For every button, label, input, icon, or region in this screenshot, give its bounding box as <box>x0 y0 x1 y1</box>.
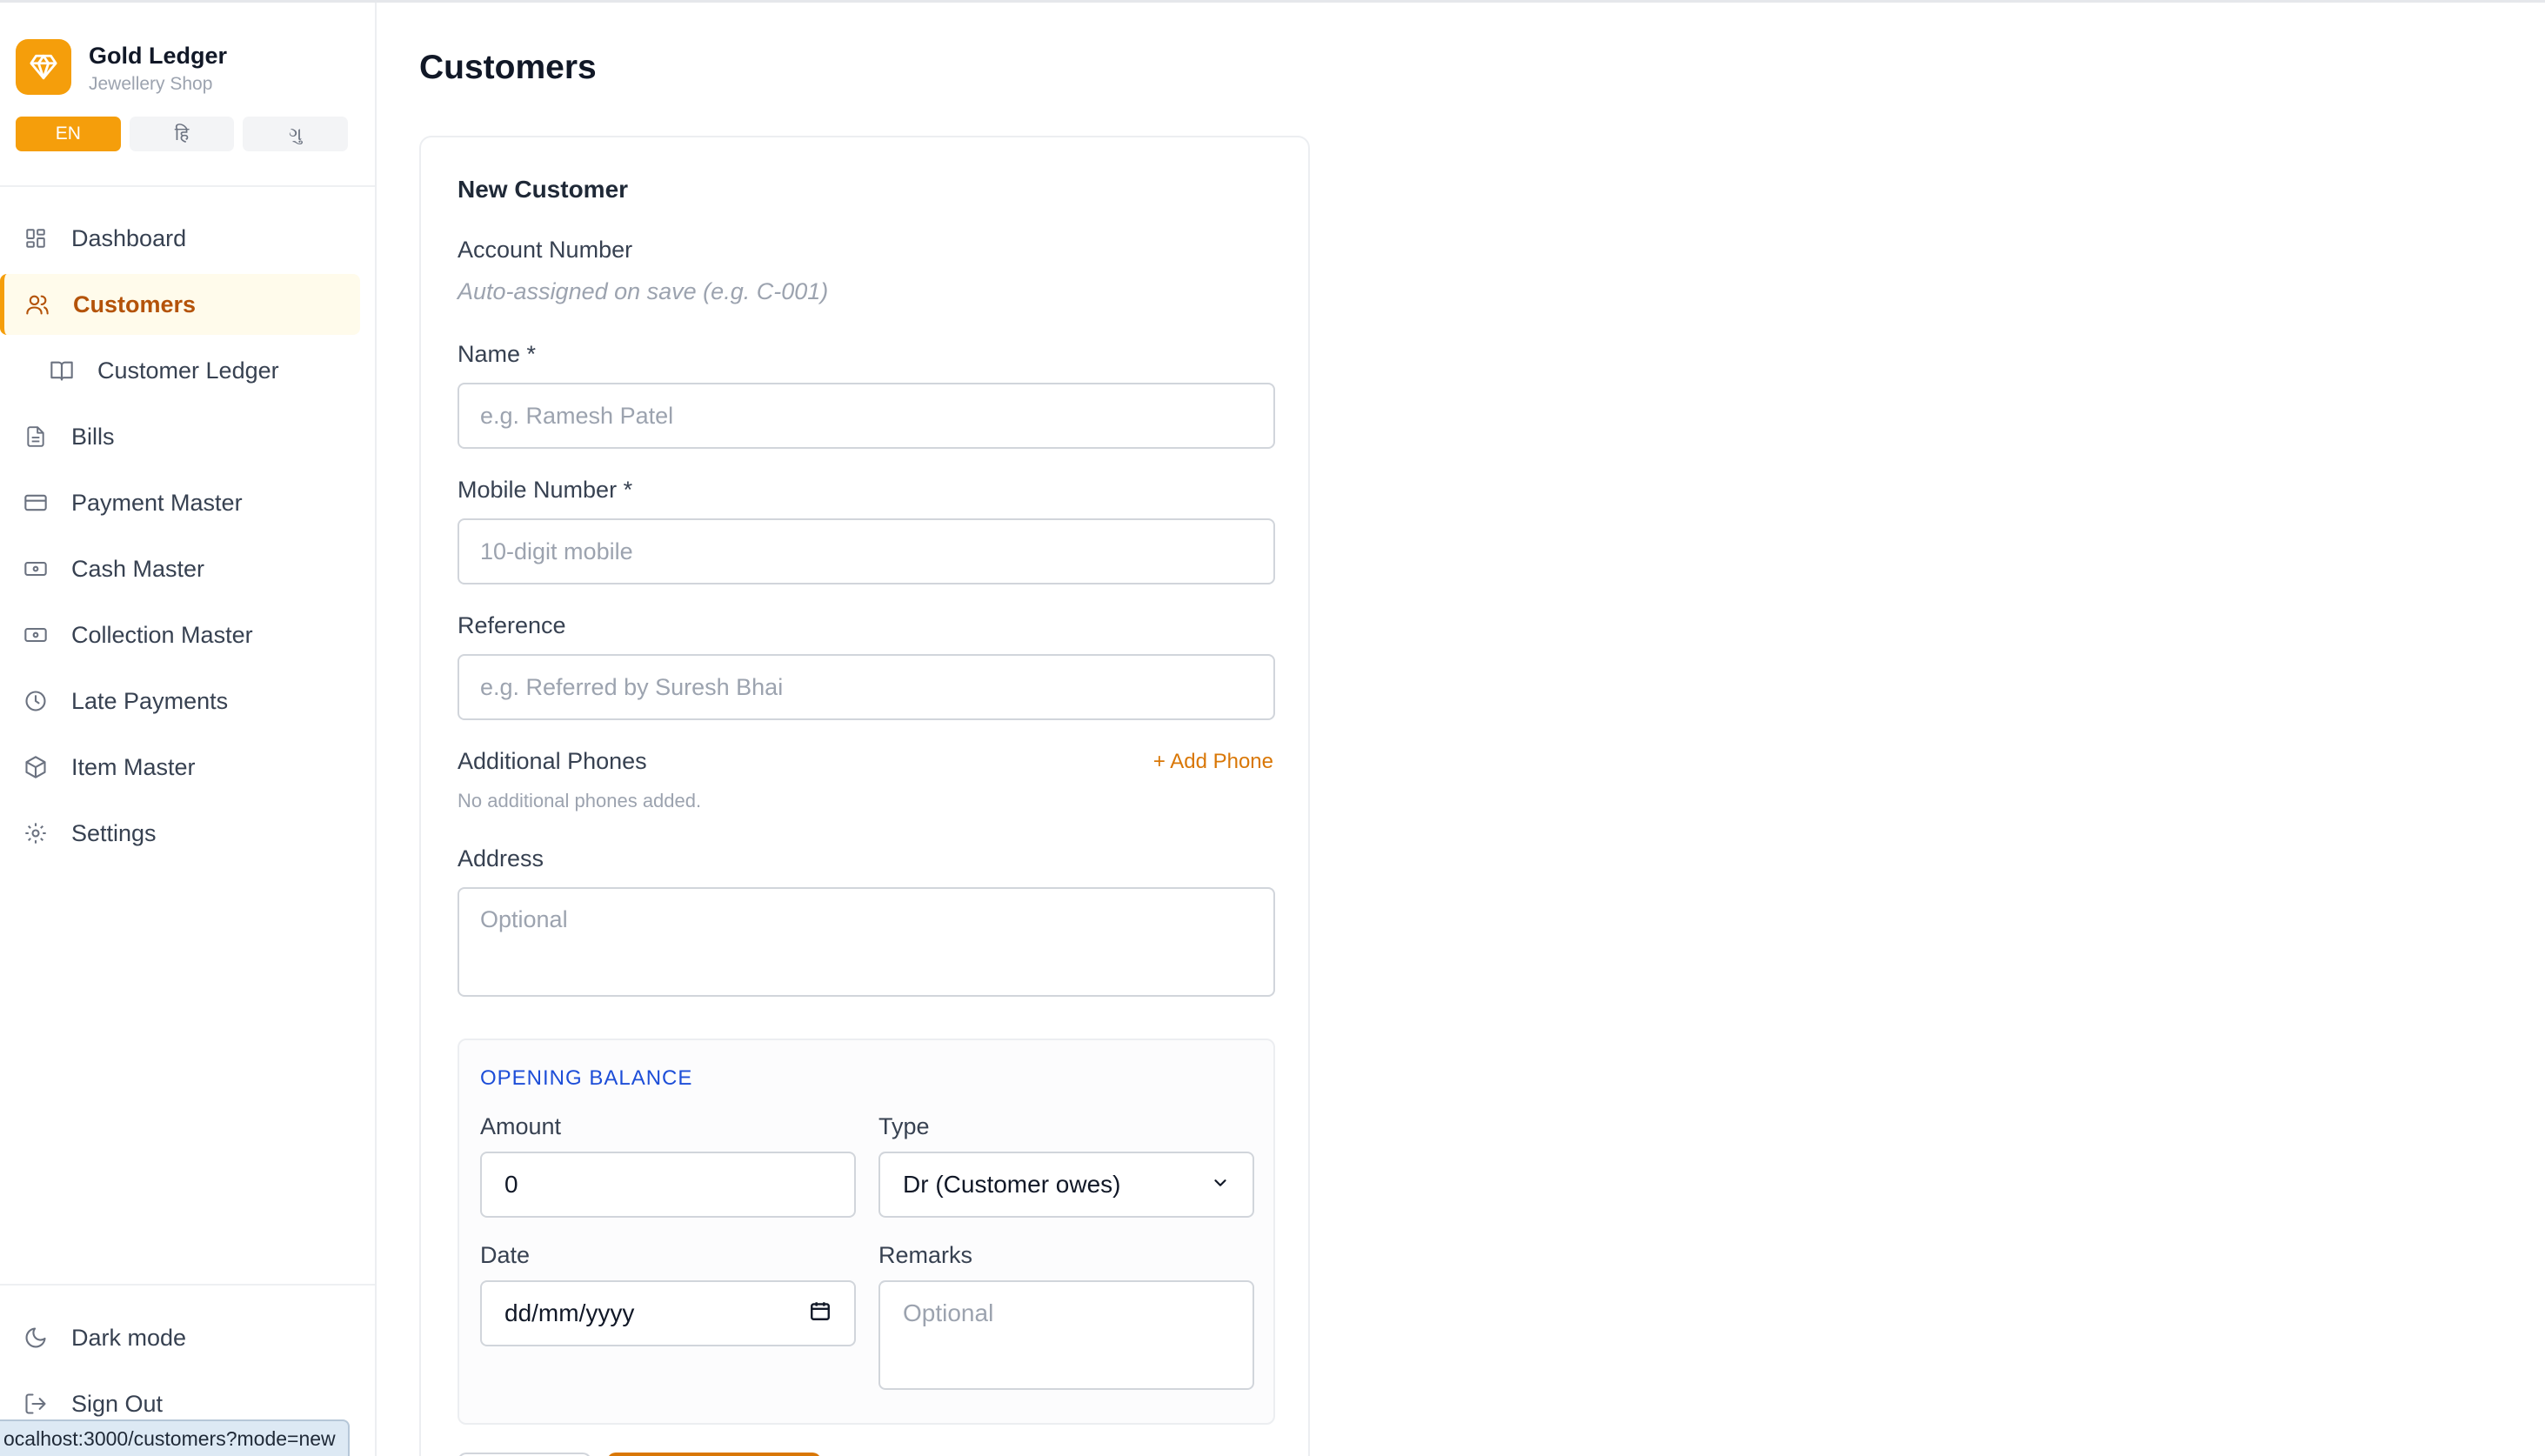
dashboard-icon <box>23 225 49 251</box>
sidebar-item-label: Collection Master <box>71 621 253 648</box>
address-label: Address <box>458 845 544 872</box>
date-input[interactable]: dd/mm/yyyy <box>480 1280 856 1346</box>
log-out-icon <box>23 1391 49 1417</box>
sidebar-item-label: Customers <box>73 291 197 317</box>
mobile-input[interactable] <box>458 518 1275 584</box>
sidebar-item-label: Payment Master <box>71 489 243 516</box>
calendar-icon[interactable] <box>809 1299 832 1328</box>
sidebar-item-customers[interactable]: Customers <box>0 274 360 335</box>
sidebar-item-payment-master[interactable]: Payment Master <box>3 472 360 533</box>
save-button[interactable] <box>607 1453 821 1456</box>
date-input-value: dd/mm/yyyy <box>504 1299 635 1326</box>
book-open-icon <box>49 357 75 384</box>
sidebar-item-settings[interactable]: Settings <box>3 803 360 864</box>
new-customer-card: New Customer Account Number Auto-assigne… <box>419 136 1310 1456</box>
lang-button-hi[interactable]: हि <box>129 117 235 151</box>
no-phones-note: No additional phones added. <box>458 790 702 811</box>
name-label: Name * <box>458 341 537 367</box>
sidebar-item-cash-master[interactable]: Cash Master <box>3 538 360 599</box>
type-select-value: Dr (Customer owes) <box>903 1171 1121 1198</box>
top-border <box>0 0 2545 3</box>
name-input[interactable] <box>458 383 1275 449</box>
sidebar-item-item-master[interactable]: Item Master <box>3 737 360 798</box>
amount-input[interactable] <box>480 1152 856 1218</box>
amount-label: Amount <box>480 1113 562 1139</box>
sidebar-item-dashboard[interactable]: Dashboard <box>3 208 360 269</box>
banknote-icon <box>23 622 49 648</box>
cancel-button[interactable] <box>458 1453 591 1456</box>
date-label: Date <box>480 1242 531 1268</box>
address-input[interactable] <box>458 887 1275 997</box>
chevron-down-icon <box>1211 1171 1230 1199</box>
gear-icon <box>23 820 49 846</box>
brand: Gold Ledger Jewellery Shop <box>16 39 364 95</box>
sidebar-item-customer-ledger[interactable]: Customer Ledger <box>3 340 360 401</box>
sidebar-item-label: Item Master <box>71 753 196 780</box>
sidebar-item-label: Customer Ledger <box>97 357 279 384</box>
moon-icon <box>23 1325 49 1351</box>
sidebar-item-label: Cash Master <box>71 555 205 582</box>
credit-card-icon <box>23 490 49 516</box>
add-phone-link[interactable]: + Add Phone <box>1153 750 1273 774</box>
banknote-icon <box>23 556 49 582</box>
lang-button-en[interactable]: EN <box>16 117 121 151</box>
language-switcher: EN हि ગુ <box>16 117 349 151</box>
dark-mode-label: Dark mode <box>71 1324 187 1351</box>
sidebar-divider <box>0 1284 375 1286</box>
additional-phones-label: Additional Phones <box>458 748 647 774</box>
account-number-hint: Auto-assigned on save (e.g. C-001) <box>458 278 829 304</box>
sign-out-label: Sign Out <box>71 1390 164 1417</box>
sidebar-item-label: Bills <box>71 423 115 450</box>
status-bar-url: ocalhost:3000/customers?mode=new <box>0 1419 350 1456</box>
sidebar-item-label: Late Payments <box>71 687 229 714</box>
type-select[interactable]: Dr (Customer owes) <box>878 1152 1254 1218</box>
sidebar-divider <box>0 185 375 187</box>
lang-button-gu[interactable]: ગુ <box>243 117 349 151</box>
package-icon <box>23 754 49 780</box>
dark-mode-toggle[interactable]: Dark mode <box>3 1307 360 1368</box>
opening-balance-title: OPENING BALANCE <box>480 1066 693 1090</box>
clock-icon <box>23 688 49 714</box>
sidebar: Gold Ledger Jewellery Shop EN हि ગુ Dash… <box>0 3 377 1456</box>
sidebar-item-collection-master[interactable]: Collection Master <box>3 604 360 665</box>
remarks-label: Remarks <box>878 1242 973 1268</box>
brand-subtitle: Jewellery Shop <box>89 74 213 94</box>
gem-icon <box>16 39 71 95</box>
account-number-label: Account Number <box>458 237 633 263</box>
opening-balance-section: OPENING BALANCE Amount Type Dr (Customer… <box>458 1039 1275 1425</box>
sidebar-item-bills[interactable]: Bills <box>3 406 360 467</box>
mobile-label: Mobile Number * <box>458 477 633 503</box>
card-title: New Customer <box>458 176 629 203</box>
sidebar-item-label: Dashboard <box>71 224 187 251</box>
sidebar-item-label: Settings <box>71 819 157 846</box>
reference-label: Reference <box>458 612 566 638</box>
users-icon <box>24 291 50 317</box>
reference-input[interactable] <box>458 654 1275 720</box>
page-title: Customers <box>419 49 597 86</box>
brand-name: Gold Ledger <box>89 43 228 69</box>
remarks-input[interactable] <box>878 1280 1254 1390</box>
type-label: Type <box>878 1113 930 1139</box>
file-text-icon <box>23 424 49 450</box>
sidebar-item-late-payments[interactable]: Late Payments <box>3 671 360 731</box>
